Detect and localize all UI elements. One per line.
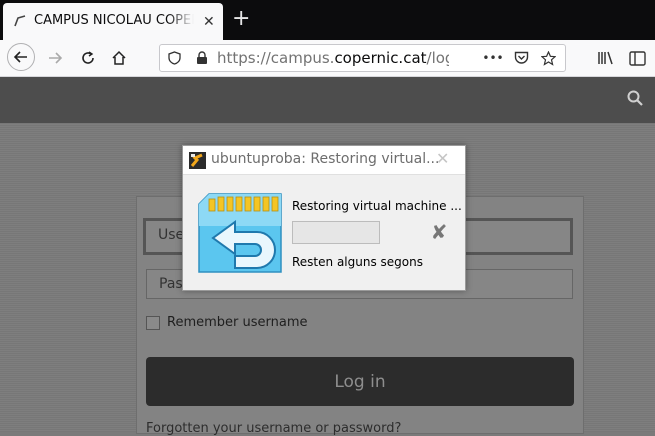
- forgot-password-link[interactable]: Forgotten your username or password?: [146, 421, 401, 436]
- lock-icon[interactable]: [194, 50, 210, 66]
- bookmark-star-icon[interactable]: [540, 50, 556, 66]
- page-actions-icon[interactable]: •••: [482, 50, 503, 66]
- reload-button[interactable]: [76, 46, 100, 70]
- cancel-restore-button[interactable]: ✘: [428, 221, 450, 243]
- dialog-title-bar: ubuntuproba: Restoring virtual... ✕: [183, 146, 465, 175]
- restore-dialog: ubuntuproba: Restoring virtual... ✕ Rest…: [182, 145, 466, 291]
- tab-title: CAMPUS NICOLAU COPERNIC: [34, 13, 194, 28]
- moodle-favicon-icon: [14, 15, 26, 27]
- dialog-close-icon[interactable]: ✕: [436, 149, 449, 168]
- sidebar-button[interactable]: [625, 46, 649, 70]
- library-icon: [598, 51, 613, 65]
- restore-snapshot-icon: [198, 193, 282, 273]
- search-icon[interactable]: [627, 90, 643, 110]
- pocket-icon[interactable]: [513, 50, 529, 66]
- arrow-right-icon: [49, 52, 63, 64]
- restore-progress-bar: [292, 221, 380, 244]
- home-button[interactable]: [107, 46, 131, 70]
- virtualbox-icon: [189, 152, 206, 169]
- remember-label: Remember username: [167, 315, 308, 330]
- site-header: [0, 77, 655, 123]
- login-button[interactable]: Log in: [146, 357, 574, 406]
- home-icon: [112, 50, 126, 65]
- new-tab-button[interactable]: +: [232, 8, 250, 30]
- arrow-left-icon: [13, 51, 27, 63]
- forward-button[interactable]: [43, 46, 67, 70]
- reload-icon: [82, 51, 94, 64]
- remember-username[interactable]: Remember username: [146, 315, 308, 330]
- back-button[interactable]: [7, 43, 35, 71]
- dialog-title: ubuntuproba: Restoring virtual...: [211, 151, 440, 167]
- tracking-shield-icon[interactable]: [166, 50, 182, 66]
- url-text[interactable]: https://campus.copernic.cat/login/index.…: [217, 49, 449, 67]
- browser-tab[interactable]: CAMPUS NICOLAU COPERNIC ✕: [3, 3, 223, 40]
- sidebar-icon: [628, 50, 646, 66]
- remember-checkbox[interactable]: [146, 315, 160, 330]
- navigation-bar: https://campus.copernic.cat/login/index.…: [0, 40, 655, 77]
- library-button[interactable]: [594, 46, 618, 70]
- restore-message: Restoring virtual machine ...: [292, 199, 462, 213]
- time-remaining: Resten alguns segons: [292, 255, 423, 269]
- tab-strip: CAMPUS NICOLAU COPERNIC ✕ +: [0, 0, 655, 40]
- url-bar[interactable]: https://campus.copernic.cat/login/index.…: [159, 44, 566, 72]
- tab-close-icon[interactable]: ✕: [203, 15, 215, 29]
